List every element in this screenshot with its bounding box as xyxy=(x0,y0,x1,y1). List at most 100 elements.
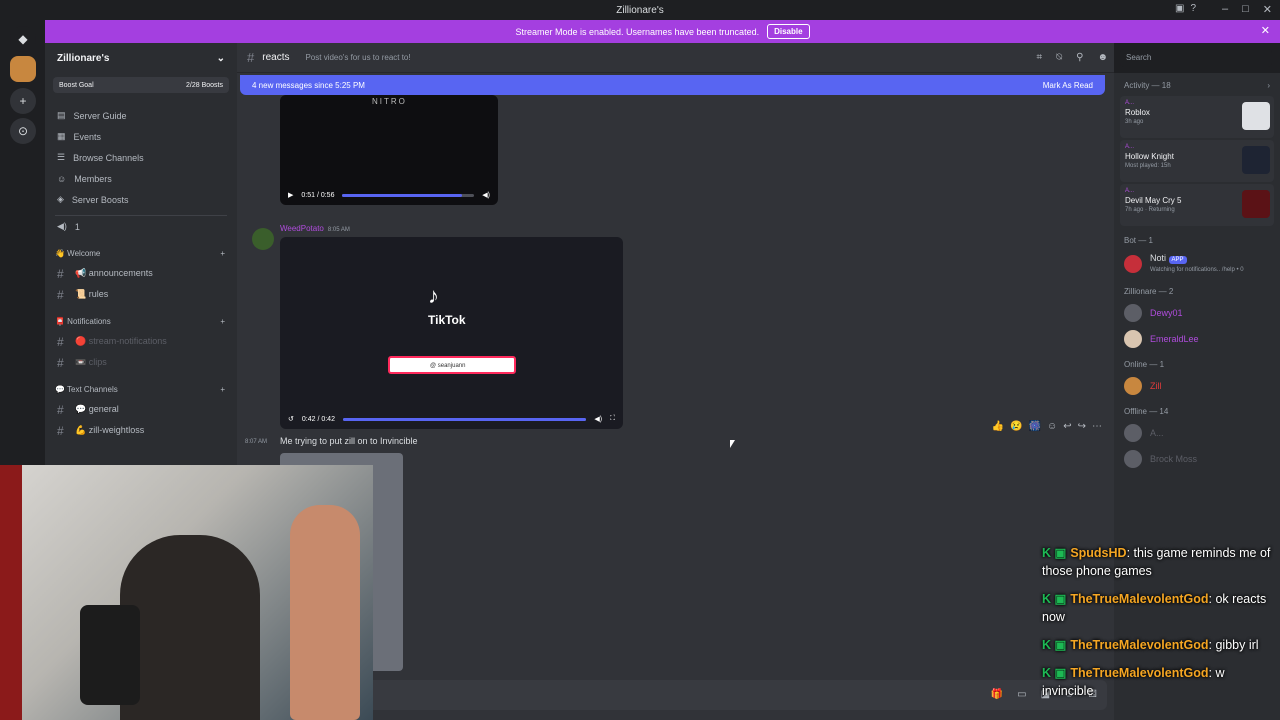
streamer-mode-banner: Streamer Mode is enabled. Usernames have… xyxy=(45,20,1280,43)
activity-card[interactable]: A... Hollow Knight Most played: 15h xyxy=(1120,140,1274,182)
activity-card[interactable]: A... Roblox 3h ago xyxy=(1120,96,1274,138)
disable-streamer-mode-button[interactable]: Disable xyxy=(767,24,810,39)
sidebar-item-events[interactable]: ▦ Events xyxy=(45,126,237,147)
voice-indicator[interactable]: ◀) 1 xyxy=(45,216,237,237)
activity-card[interactable]: A... Devil May Cry 5 7h ago · Returning xyxy=(1120,184,1274,226)
crying-emoji-icon[interactable]: 😢 xyxy=(1010,421,1022,432)
server-header[interactable]: Zillionare's ⌄ xyxy=(45,43,237,73)
mark-as-read-button[interactable]: Mark As Read xyxy=(1043,81,1093,90)
category-welcome[interactable]: 👋 Welcome + xyxy=(45,243,237,263)
mute-bell-icon[interactable]: ⍉ xyxy=(1056,52,1062,63)
chevron-right-icon[interactable]: › xyxy=(1267,81,1270,90)
category-notifications[interactable]: 📮 Notifications + xyxy=(45,311,237,331)
hash-icon: # xyxy=(57,423,64,438)
new-messages-bar[interactable]: 4 new messages since 5:25 PM Mark As Rea… xyxy=(240,75,1105,95)
new-messages-label: 4 new messages since 5:25 PM xyxy=(252,80,365,90)
members-icon: ☺ xyxy=(57,173,67,184)
member-row[interactable]: Dewy01 xyxy=(1114,300,1280,326)
channel-name: reacts xyxy=(262,52,290,63)
video-time: 0:42 / 0:42 xyxy=(301,415,335,423)
hash-icon: # xyxy=(247,50,255,65)
hash-icon: # xyxy=(57,402,64,417)
chevron-down-icon[interactable]: ⌄ xyxy=(217,53,225,64)
category-text-channels[interactable]: 💬 Text Channels + xyxy=(45,379,237,399)
add-channel-icon[interactable]: + xyxy=(220,317,225,326)
server-name: Zillionare's xyxy=(57,52,110,64)
member-row[interactable]: Zill xyxy=(1114,373,1280,399)
channel-general[interactable]: # 💬 general xyxy=(45,399,237,420)
avatar xyxy=(1124,424,1142,442)
video-handle: @ seanjuann xyxy=(388,356,516,374)
add-channel-icon[interactable]: + xyxy=(220,385,225,394)
threads-icon[interactable]: ⌗ xyxy=(1037,52,1043,63)
emoji-reaction-icon[interactable]: 🎆 xyxy=(1029,421,1041,432)
chat-message: K ▣ SpudsHD: this game reminds me of thos… xyxy=(1042,546,1271,578)
server-avatar-icon[interactable] xyxy=(10,56,36,82)
channel-clips[interactable]: # 📼 clips xyxy=(45,352,237,373)
more-icon[interactable]: ⋯ xyxy=(1092,421,1102,432)
close-window-button[interactable]: ✕ xyxy=(1263,3,1272,16)
thumbs-up-icon[interactable]: 👍 xyxy=(992,421,1004,432)
channel-zill-weightloss[interactable]: # 💪 zill-weightloss xyxy=(45,420,237,441)
member-row[interactable]: A... xyxy=(1114,420,1280,446)
streamer xyxy=(120,535,260,720)
avatar xyxy=(1124,330,1142,348)
guide-icon: ▤ xyxy=(57,110,66,120)
search-input[interactable]: Search xyxy=(1120,49,1272,67)
hash-icon: # xyxy=(57,266,64,281)
volume-icon[interactable]: ◀) xyxy=(482,191,490,199)
sidebar-item-server-guide[interactable]: ▤ Server Guide xyxy=(45,105,237,126)
forward-icon[interactable]: ↪ xyxy=(1078,421,1086,432)
add-reaction-icon[interactable]: ☺ xyxy=(1047,421,1057,432)
avatar[interactable] xyxy=(252,228,274,250)
video-progress[interactable] xyxy=(342,417,587,421)
video-attachment[interactable]: NITRO ▶ 0:51 / 0:56 ◀) xyxy=(280,95,498,205)
message-text: Me trying to put zill on to Invincible xyxy=(280,436,418,446)
badge-icons: K ▣ xyxy=(1042,592,1067,606)
hollow-knight-game-icon xyxy=(1242,146,1270,174)
boost-goal-bar[interactable]: Boost Goal 2/28 Boosts xyxy=(53,77,229,93)
play-icon[interactable]: ▶ xyxy=(288,191,293,199)
pin-icon[interactable]: ⚲ xyxy=(1076,52,1083,63)
activity-header[interactable]: Activity — 18 › xyxy=(1114,73,1280,94)
tiktok-logo-icon: ♪ xyxy=(428,283,439,308)
discord-home-icon[interactable]: ◆ xyxy=(10,26,36,52)
member-row[interactable]: Brock Moss xyxy=(1114,446,1280,472)
member-row[interactable]: EmeraldLee xyxy=(1114,326,1280,352)
gift-icon[interactable]: 🎁 xyxy=(991,689,1003,700)
tiktok-video-attachment[interactable]: ♪ TikTok @ seanjuann ↺ 0:42 / 0:42 ◀) ⛶ xyxy=(280,237,623,429)
channel-header: # reacts Post video's for us to react to… xyxy=(237,43,1114,73)
sidebar-item-server-boosts[interactable]: ◈ Server Boosts xyxy=(45,189,237,210)
video-progress[interactable] xyxy=(342,193,475,197)
maximize-button[interactable]: □ xyxy=(1242,3,1249,16)
message-time: 8:07 AM xyxy=(245,439,268,445)
add-channel-icon[interactable]: + xyxy=(220,249,225,258)
sidebar-item-members[interactable]: ☺ Members xyxy=(45,168,237,189)
channel-announcements[interactable]: # 📢 announcements xyxy=(45,263,237,284)
banner-text: Streamer Mode is enabled. Usernames have… xyxy=(515,26,760,37)
add-server-icon[interactable]: + xyxy=(10,88,36,114)
training-dummy xyxy=(290,505,360,720)
message-author[interactable]: WeedPotato 8:05 AM xyxy=(280,224,350,233)
close-banner-icon[interactable]: ✕ xyxy=(1261,24,1270,37)
channel-topic[interactable]: Post video's for us to react to! xyxy=(305,53,410,62)
message-input[interactable]: 🎁 ▭ ◪ ☺ ⚄ xyxy=(245,680,1107,710)
inbox-icon[interactable]: ▣ xyxy=(1175,3,1184,14)
minimize-button[interactable]: – xyxy=(1222,3,1228,16)
channel-stream-notifications[interactable]: # 🔴 stream-notifications xyxy=(45,331,237,352)
channel-rules[interactable]: # 📜 rules xyxy=(45,284,237,305)
replay-icon[interactable]: ↺ xyxy=(288,415,294,423)
reply-icon[interactable]: ↩ xyxy=(1063,421,1071,432)
fullscreen-icon[interactable]: ⛶ xyxy=(610,415,615,423)
help-icon[interactable]: ? xyxy=(1190,3,1196,14)
member-row[interactable]: Noti APP Watching for notifications.. /h… xyxy=(1114,249,1280,279)
explore-icon[interactable]: ⊙ xyxy=(10,118,36,144)
gif-icon[interactable]: ▭ xyxy=(1017,689,1026,700)
devil-may-cry-game-icon xyxy=(1242,190,1270,218)
member-list-icon[interactable]: ☻ xyxy=(1097,52,1108,63)
sidebar-item-browse-channels[interactable]: ☰ Browse Channels xyxy=(45,147,237,168)
browse-icon: ☰ xyxy=(57,152,66,162)
volume-icon[interactable]: ◀) xyxy=(594,415,602,423)
mouse-cursor xyxy=(730,440,735,448)
offline-header: Offline — 14 xyxy=(1124,407,1169,416)
